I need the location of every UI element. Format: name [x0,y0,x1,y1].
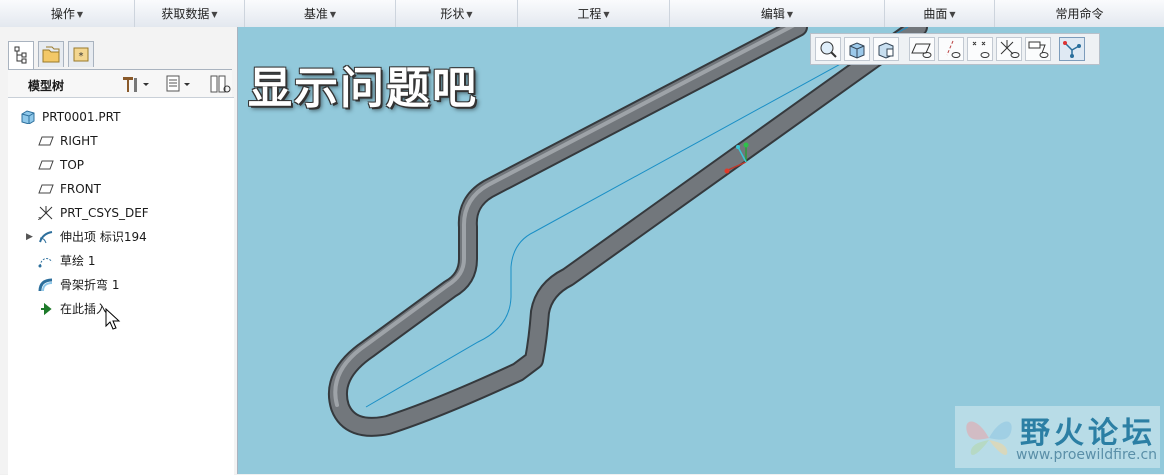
tree-node-label: PRT_CSYS_DEF [60,206,149,220]
point-display-icon [972,41,990,58]
chevron-down-icon: ▼ [76,10,84,19]
tree-node-label: 骨架折弯 1 [60,278,120,292]
shading-button[interactable] [844,37,870,61]
csys-display-icon [1000,40,1020,58]
spin-center-icon [1063,41,1081,58]
tab-model-tree[interactable] [8,41,34,69]
chevron-down-icon: ▼ [603,10,610,19]
magnifier-icon [820,41,837,58]
tab-favorites[interactable]: * [68,41,94,67]
annotation-display-button[interactable] [1025,37,1051,61]
datum-plane-display-button[interactable] [909,37,935,61]
model-tree-title: 模型树 [28,79,65,93]
chevron-down-icon: ▼ [329,10,337,19]
ribbon-menu-datum[interactable]: 基准 ▼ [245,0,396,27]
navigator-panel: * 模型树 PRT0001.PRT RIGHT TOP FRONT z PRT_… [0,27,238,475]
tree-node-label: TOP [60,158,85,172]
svg-text:z: z [38,216,41,220]
axis-display-icon [946,40,961,58]
ribbon-menu-editing[interactable]: 编辑 ▼ [670,0,885,27]
saved-views-button[interactable] [873,37,899,61]
model-tree-icon [14,46,27,64]
ribbon-menu-label: 操作 [50,7,75,21]
favorites-icon: * [73,47,89,62]
chevron-down-icon: ▼ [949,10,956,19]
chevron-down-icon: ▼ [211,10,218,19]
svg-text:*: * [79,51,84,62]
butterfly-logo-icon [966,421,1012,455]
ribbon-menu-label: 基准 [303,7,328,21]
ribbon-menu-shapes[interactable]: 形状 ▼ [396,0,518,27]
annotation-display-icon [1028,41,1049,58]
tree-node-label: FRONT [60,182,101,196]
ribbon-menu-label: 编辑 [760,7,785,21]
ribbon-menu-label: 工程 [577,7,602,21]
tab-folder-browser[interactable] [38,41,64,67]
ribbon-menu-label: 曲面 [923,7,948,21]
datum-plane-icon [38,184,54,194]
watermark-title: 野火论坛 [1020,416,1156,451]
tree-node-label: PRT0001.PRT [42,110,121,124]
ribbon-menu-engineering[interactable]: 工程 ▼ [518,0,670,27]
plane-display-icon [911,43,932,58]
chevron-down-icon: ▼ [466,10,473,19]
spin-center-button[interactable] [1059,37,1085,61]
model-tree-header: 模型树 [8,69,232,98]
model-tree: PRT0001.PRT RIGHT TOP FRONT z PRT_CSYS_D… [8,97,234,475]
ribbon-menu-label: 获取数据 [161,7,210,21]
ribbon-menu-operations[interactable]: 操作 ▼ [0,0,135,27]
shaded-cube-icon [849,42,865,59]
show-settings-icon[interactable] [164,74,194,97]
insert-here-icon [41,302,52,316]
sketch-icon [38,258,53,268]
ribbon-group-bar: 操作 ▼ 获取数据 ▼ 基准 ▼ 形状 ▼ 工程 ▼ 编辑 ▼ 曲面 ▼ 常用命令 [0,0,1164,28]
expand-arrow-icon[interactable]: ▶ [26,226,33,248]
tree-node-label: RIGHT [60,134,98,148]
protrusion-icon [39,231,53,244]
datum-point-display-button[interactable] [967,37,993,61]
datum-axis-display-button[interactable] [938,37,964,61]
ribbon-menu-get-data[interactable]: 获取数据 ▼ [135,0,245,27]
tree-node-label: 伸出项 标识194 [60,230,147,244]
ribbon-menu-surfaces[interactable]: 曲面 ▼ [885,0,995,27]
csys-display-button[interactable] [996,37,1022,61]
ribbon-menu-label: 形状 [440,7,465,21]
tree-node-label: 在此插入 [60,302,109,316]
watermark-url: www.proewildfire.cn [1016,447,1158,463]
view-toolbar [810,33,1100,65]
ribbon-menu-common-commands[interactable]: 常用命令 [995,0,1164,27]
chevron-down-icon: ▼ [786,10,794,19]
folder-icon [42,46,60,63]
part-icon [21,110,35,124]
overlay-title: 显示问题吧 [248,63,478,114]
tree-columns-icon[interactable] [208,74,232,99]
datum-plane-icon [38,136,54,146]
ribbon-menu-label: 常用命令 [1055,7,1104,21]
mouse-cursor-icon [105,308,121,330]
tools-icon[interactable] [120,74,150,97]
tree-node-label: 草绘 1 [60,254,96,268]
zoom-button[interactable] [815,37,841,61]
saved-view-icon [878,42,894,59]
spinal-bend-icon [38,278,53,292]
datum-plane-icon [38,160,54,170]
csys-icon: z [38,206,53,220]
